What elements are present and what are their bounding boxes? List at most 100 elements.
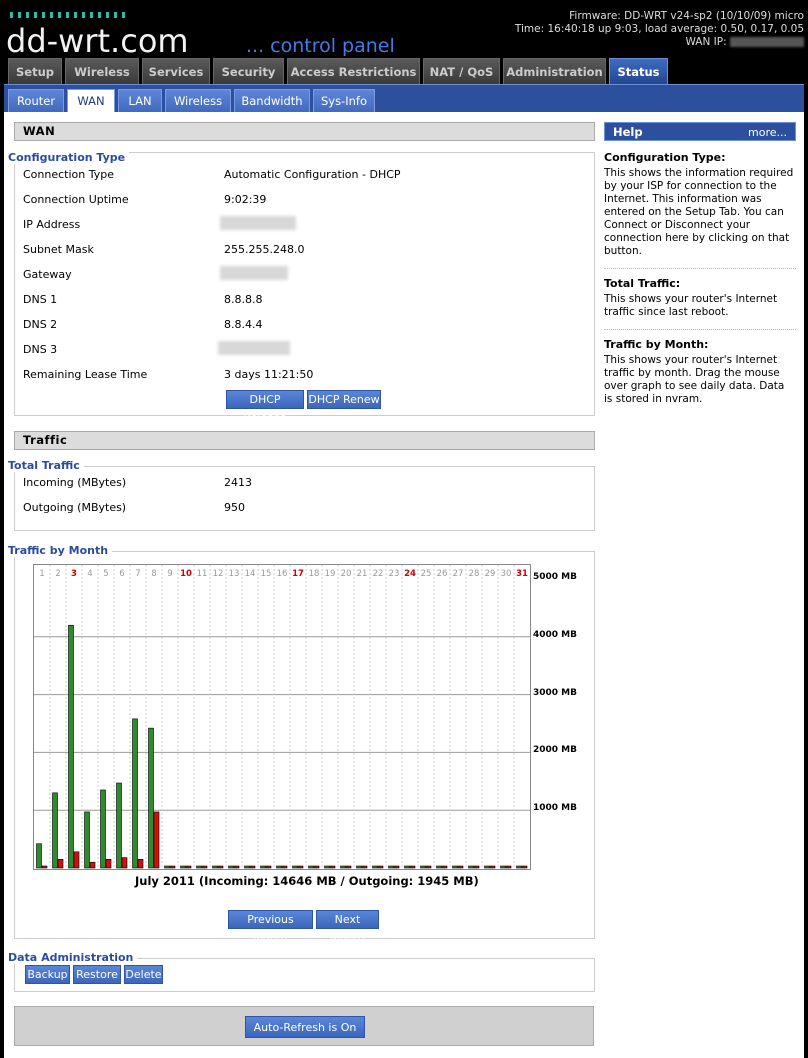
tab-security[interactable]: Security: [213, 58, 284, 84]
connection-type-value: Automatic Configuration - DHCP: [224, 168, 401, 181]
incoming-bar: [212, 865, 218, 869]
traffic-graph[interactable]: 1 2 3 4 5 6 7 8 9 10 11 12 13 14 15 16 17 18 19 20 21 22 23 24 2…: [33, 564, 531, 870]
day-label: 17: [292, 569, 304, 579]
incoming-bar: [260, 865, 266, 869]
incoming-bar: [324, 865, 330, 869]
y-tick-label: 5000 MB: [533, 572, 577, 582]
day-label: 15: [261, 569, 272, 579]
help-divider: [604, 329, 796, 330]
incoming-bar: [372, 865, 378, 869]
subtab-wan[interactable]: WAN: [67, 89, 115, 112]
outgoing-bar: [473, 865, 480, 869]
day-label: 20: [341, 569, 352, 579]
outgoing-bar: [217, 865, 224, 869]
outgoing-bar: [169, 865, 176, 869]
header: dd-wrt.com ... control panel Firmware: D…: [0, 0, 808, 58]
incoming-label: Incoming (MBytes): [23, 476, 127, 489]
tab-services[interactable]: Services: [142, 58, 210, 84]
incoming-bar: [84, 811, 90, 869]
subtab-lan[interactable]: LAN: [118, 89, 162, 112]
outgoing-bar: [457, 865, 464, 869]
logo-text: dd-wrt.com: [6, 22, 189, 58]
backup-button[interactable]: Backup: [25, 965, 70, 984]
subtab-bandwidth[interactable]: Bandwidth: [234, 89, 310, 112]
subtab-router[interactable]: Router: [8, 89, 64, 112]
incoming-bar: [52, 792, 58, 869]
content-area: WAN Configuration Type Connection Type A…: [4, 112, 804, 1058]
day-label: 8: [151, 569, 156, 579]
help-section-title: Configuration Type:: [604, 151, 726, 164]
day-label: 5: [103, 569, 108, 579]
row-label: IP Address: [23, 218, 81, 231]
tab-nat-qos[interactable]: NAT / QoS: [423, 58, 500, 84]
outgoing-bar: [489, 865, 496, 869]
incoming-bar: [404, 865, 410, 869]
day-label: 9: [167, 569, 172, 579]
incoming-bar: [196, 865, 202, 869]
delete-button[interactable]: Delete: [124, 965, 163, 984]
outgoing-label: Outgoing (MBytes): [23, 501, 127, 514]
y-tick-label: 4000 MB: [533, 629, 577, 640]
autorefresh-button[interactable]: Auto-Refresh is On: [245, 1016, 365, 1038]
row-label: Subnet Mask: [23, 243, 94, 256]
dhcp-release-button[interactable]: DHCP Release: [226, 390, 304, 424]
incoming-bar: [132, 718, 138, 869]
dhcp-renew-button[interactable]: DHCP Renew: [307, 390, 381, 409]
dns1-value: 8.8.8.8: [224, 293, 263, 306]
day-label: 11: [197, 569, 208, 579]
incoming-bar: [68, 624, 74, 869]
day-label: 13: [229, 569, 240, 579]
next-month-button[interactable]: Next Month: [316, 910, 379, 944]
outgoing-bar: [313, 865, 320, 869]
incoming-value: 2413: [224, 476, 252, 489]
outgoing-bar: [41, 865, 48, 869]
tab-setup[interactable]: Setup: [8, 58, 62, 84]
day-label: 29: [485, 569, 496, 579]
subtab-wireless[interactable]: Wireless: [165, 89, 231, 112]
incoming-bar: [148, 727, 154, 869]
main-tabs: Setup Wireless Services Security Access …: [0, 56, 808, 84]
outgoing-bar: [105, 859, 112, 869]
help-more-link[interactable]: more...: [748, 123, 787, 142]
tab-administration[interactable]: Administration: [503, 58, 606, 84]
outgoing-bar: [425, 865, 432, 869]
outgoing-bar: [505, 865, 512, 869]
uptime-info: Time: 16:40:18 up 9:03, load average: 0.…: [514, 23, 804, 35]
total-traffic-legend: Total Traffic: [8, 459, 84, 472]
restore-button[interactable]: Restore: [73, 965, 121, 984]
day-label: 30: [501, 569, 512, 579]
day-label: 26: [437, 569, 448, 579]
incoming-bar: [228, 865, 234, 869]
day-label: 24: [404, 569, 416, 579]
incoming-bar: [292, 865, 298, 869]
subtab-sys-info[interactable]: Sys-Info: [313, 89, 375, 112]
y-tick-label: 3000 MB: [533, 687, 577, 698]
row-label: DNS 3: [23, 343, 58, 356]
logo-subtitle: ... control panel: [246, 35, 395, 57]
help-panel: Help more... Configuration Type: This sh…: [604, 122, 796, 406]
outgoing-bar: [233, 865, 240, 869]
outgoing-bar: [329, 865, 336, 869]
subnet-mask-value: 255.255.248.0: [224, 243, 305, 256]
tab-access-restrictions[interactable]: Access Restrictions: [287, 58, 420, 84]
config-legend: Configuration Type: [8, 151, 130, 164]
wan-ip-masked: [730, 37, 804, 47]
outgoing-bar: [441, 865, 448, 869]
day-label: 4: [87, 569, 92, 579]
help-header: Help more...: [604, 122, 796, 141]
outgoing-bar: [265, 865, 272, 869]
outgoing-bar: [361, 865, 368, 869]
incoming-bar: [100, 789, 106, 869]
tab-status[interactable]: Status: [609, 58, 668, 84]
traffic-chart-svg[interactable]: 1 2 3 4 5 6 7 8 9 10 11 12 13 14 15 16 17 18 19 20 21 22 23 24 2…: [34, 565, 530, 869]
outgoing-bar: [185, 865, 192, 869]
incoming-bar: [244, 865, 250, 869]
tab-wireless[interactable]: Wireless: [65, 58, 139, 84]
previous-month-button[interactable]: Previous Month: [228, 910, 313, 944]
help-divider: [604, 268, 796, 269]
day-label: 25: [421, 569, 432, 579]
outgoing-bar: [297, 865, 304, 869]
day-label: 21: [357, 569, 368, 579]
incoming-bar: [36, 843, 42, 869]
day-label: 12: [213, 569, 224, 579]
